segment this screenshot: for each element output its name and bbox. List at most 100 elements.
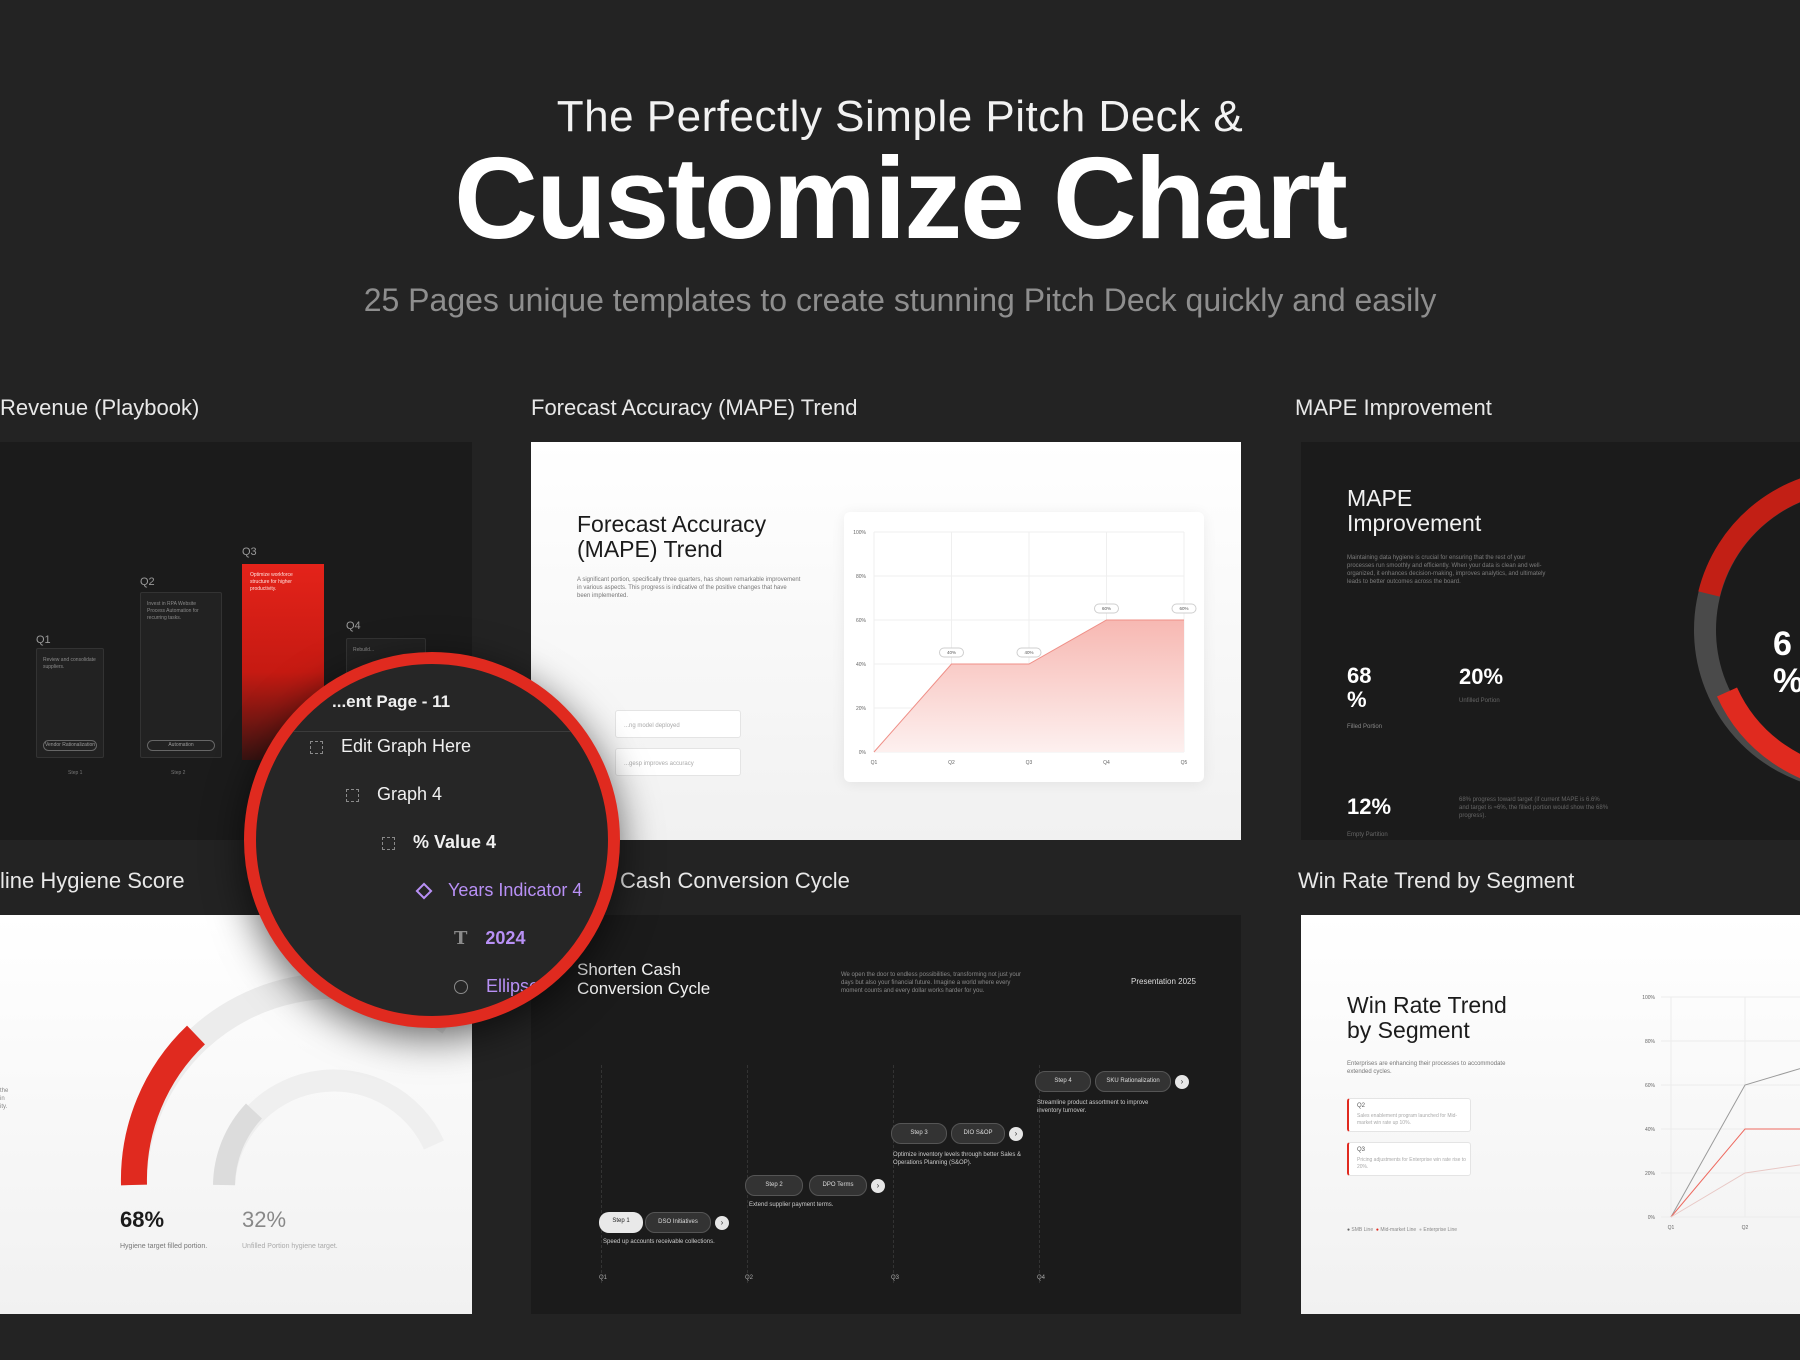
cash-step-3-button[interactable]: Step 3	[891, 1123, 947, 1144]
cash-step-1-desc: Speed up accounts receivable collections…	[603, 1239, 715, 1245]
forecast-title: Forecast Accuracy (MAPE) Trend	[577, 511, 767, 563]
winrate-legend: ● SMB Line ● Mid-market Line ● Enterpris…	[1347, 1227, 1457, 1233]
hygiene-gauge-filled-arc	[120, 1025, 206, 1186]
card-cash[interactable]: Shorten Cash Conversion Cycle We open th…	[531, 915, 1241, 1314]
cash-step-4-arrow-icon[interactable]: ›	[1175, 1075, 1189, 1089]
cash-step-4-desc: Streamline product assortment to improve…	[1037, 1100, 1149, 1115]
winrate-ytick: 20%	[1645, 1171, 1656, 1177]
card-label-winrate: Win Rate Trend by Segment	[1298, 868, 1575, 893]
winrate-series-line	[1670, 1164, 1800, 1218]
forecast-value-label: 40%	[1024, 650, 1033, 655]
cash-step-1-arrow-icon[interactable]: ›	[715, 1216, 729, 1230]
revenue-column-text: Invest in RPA Website Process Automation…	[147, 601, 199, 621]
layer-label: Graph 4	[377, 784, 443, 804]
cash-step-1-button[interactable]: Step 1	[599, 1212, 643, 1233]
winrate-legend-item: SMB Line	[1351, 1227, 1374, 1233]
cash-step-4-button[interactable]: Step 4	[1035, 1071, 1091, 1092]
forecast-note-text: ...ng model deployed	[624, 723, 680, 729]
cash-axis-label: Q4	[1037, 1275, 1046, 1281]
cash-step-3-arrow-icon[interactable]: ›	[1009, 1127, 1023, 1141]
mape-stat-filled-value: 68 %	[1347, 663, 1372, 713]
forecast-xtick: Q5	[1181, 760, 1188, 766]
revenue-q4-label: Q4	[346, 620, 361, 632]
revenue-column-text: Review and consolidate suppliers.	[43, 657, 96, 670]
card-label-revenue: Revenue (Playbook)	[0, 395, 200, 420]
forecast-ytick: 20%	[856, 706, 867, 712]
forecast-area-chart: 0% 20% 40% 60% 80% 100% Q1 Q2 Q3 Q4 Q5 40% 40% 60% 60%	[853, 530, 1197, 766]
cash-step-2-arrow-icon[interactable]: ›	[871, 1179, 885, 1193]
layer-item-years-indicator[interactable]: Years Indicator 4	[415, 880, 583, 901]
mape-donut-empty-arc	[1698, 478, 1800, 597]
layer-label: 2024	[485, 928, 526, 948]
card-winrate[interactable]: Win Rate Trend by Segment Enterprises ar…	[1301, 915, 1800, 1314]
cash-step-3-tag[interactable]: DIO S&OP	[951, 1123, 1005, 1144]
layer-item-graph-4[interactable]: Graph 4	[346, 784, 442, 805]
forecast-note-text: ...gesp improves accuracy	[624, 761, 694, 767]
winrate-line-chart: 0% 20% 40% 60% 80% 100% Q1 Q2	[1642, 995, 1800, 1231]
forecast-ytick: 0%	[859, 750, 867, 756]
hygiene-stat-unfilled-label: Unfilled Portion hygiene target.	[242, 1243, 338, 1250]
card-label-hygiene: line Hygiene Score	[0, 868, 185, 893]
frame-icon	[382, 836, 395, 850]
forecast-value-label: 60%	[1179, 606, 1188, 611]
forecast-ytick: 100%	[853, 530, 866, 536]
hero-tagline: 25 Pages unique templates to create stun…	[363, 282, 1437, 318]
mape-donut-value: 6 %	[1773, 625, 1800, 700]
cash-step-2-tag[interactable]: DPO Terms	[809, 1175, 867, 1196]
winrate-ytick: 0%	[1648, 1215, 1656, 1221]
mape-stat-unfilled-value: 20%	[1459, 664, 1504, 689]
ellipse-icon	[454, 980, 468, 995]
forecast-value-label: 40%	[947, 650, 956, 655]
card-mape[interactable]: MAPE Improvement Maintaining data hygien…	[1301, 442, 1800, 840]
frame-icon	[346, 788, 359, 802]
text-icon: T	[454, 928, 468, 949]
winrate-ytick: 60%	[1645, 1083, 1656, 1089]
forecast-xtick: Q4	[1103, 760, 1110, 766]
forecast-body: A significant portion, specifically thre…	[577, 577, 801, 600]
forecast-note-card: ...ng model deployed	[615, 710, 741, 738]
cash-grid-line	[601, 1065, 602, 1283]
winrate-title: Win Rate Trend by Segment	[1347, 992, 1507, 1044]
layer-item-ellipse[interactable]: Ellipse ...	[454, 976, 559, 997]
card-label-forecast: Forecast Accuracy (MAPE) Trend	[531, 395, 858, 420]
cash-step-1-tag[interactable]: DSO Initiatives	[645, 1212, 711, 1233]
layer-item-2024[interactable]: T 2024	[454, 928, 525, 949]
mape-body: Maintaining data hygiene is crucial for …	[1347, 555, 1546, 586]
frame-icon	[310, 740, 323, 754]
mape-stat-empty-label: Empty Partition	[1347, 832, 1388, 838]
mape-stat-filled-label: Filled Portion	[1347, 724, 1383, 730]
mape-title: MAPE Improvement	[1347, 485, 1482, 537]
layer-item-value-4[interactable]: % Value 4	[382, 832, 496, 853]
layer-label: Years Indicator 4	[448, 880, 583, 900]
hygiene-inner-arc	[213, 1103, 263, 1186]
mape-stat-unfilled-label: Unfilled Portion	[1459, 698, 1500, 704]
revenue-column-q2: Invest in RPA Website Process Automation…	[140, 592, 222, 758]
winrate-item-q: Q3	[1357, 1147, 1366, 1153]
winrate-legend-item: Enterprise Line	[1423, 1227, 1458, 1233]
winrate-item-q: Q2	[1357, 1103, 1366, 1109]
winrate-item-card: Q3 Pricing adjustments for Enterprise wi…	[1347, 1142, 1471, 1176]
revenue-step-label: Step 1	[68, 770, 83, 776]
hero-title: Customize Chart	[454, 133, 1348, 263]
layer-label: Ellipse ...	[486, 976, 560, 996]
card-forecast[interactable]: Forecast Accuracy (MAPE) Trend A signifi…	[531, 442, 1241, 840]
revenue-pill: Vendor Rationalization	[43, 740, 97, 751]
winrate-ytick: 80%	[1645, 1039, 1656, 1045]
card-label-cash: Cash Conversion Cycle	[620, 868, 850, 893]
forecast-ytick: 80%	[856, 574, 867, 580]
mape-stat-empty-value: 12%	[1347, 794, 1392, 819]
revenue-q2-label: Q2	[140, 576, 155, 588]
layer-item-edit-graph[interactable]: Edit Graph Here	[310, 736, 471, 757]
layers-panel-title: ...ent Page - 11	[332, 692, 451, 711]
cash-step-4-tag[interactable]: SKU Rationalization	[1095, 1071, 1171, 1092]
card-label-mape: MAPE Improvement	[1295, 395, 1492, 420]
winrate-xtick: Q1	[1668, 1225, 1675, 1231]
layers-panel-magnifier: ...ent Page - 11 Edit Graph Here Graph 4…	[244, 652, 620, 1028]
cash-step-2-button[interactable]: Step 2	[745, 1175, 803, 1196]
revenue-step-label: Step 2	[171, 770, 186, 776]
hygiene-stat-filled-value: 68%	[120, 1207, 165, 1232]
revenue-column-q1: Review and consolidate suppliers. Vendor…	[36, 648, 104, 758]
cash-axis-label: Q1	[599, 1275, 608, 1281]
revenue-column-text: Optimize workforce structure for higher …	[250, 572, 293, 592]
forecast-value-label: 60%	[1102, 606, 1111, 611]
